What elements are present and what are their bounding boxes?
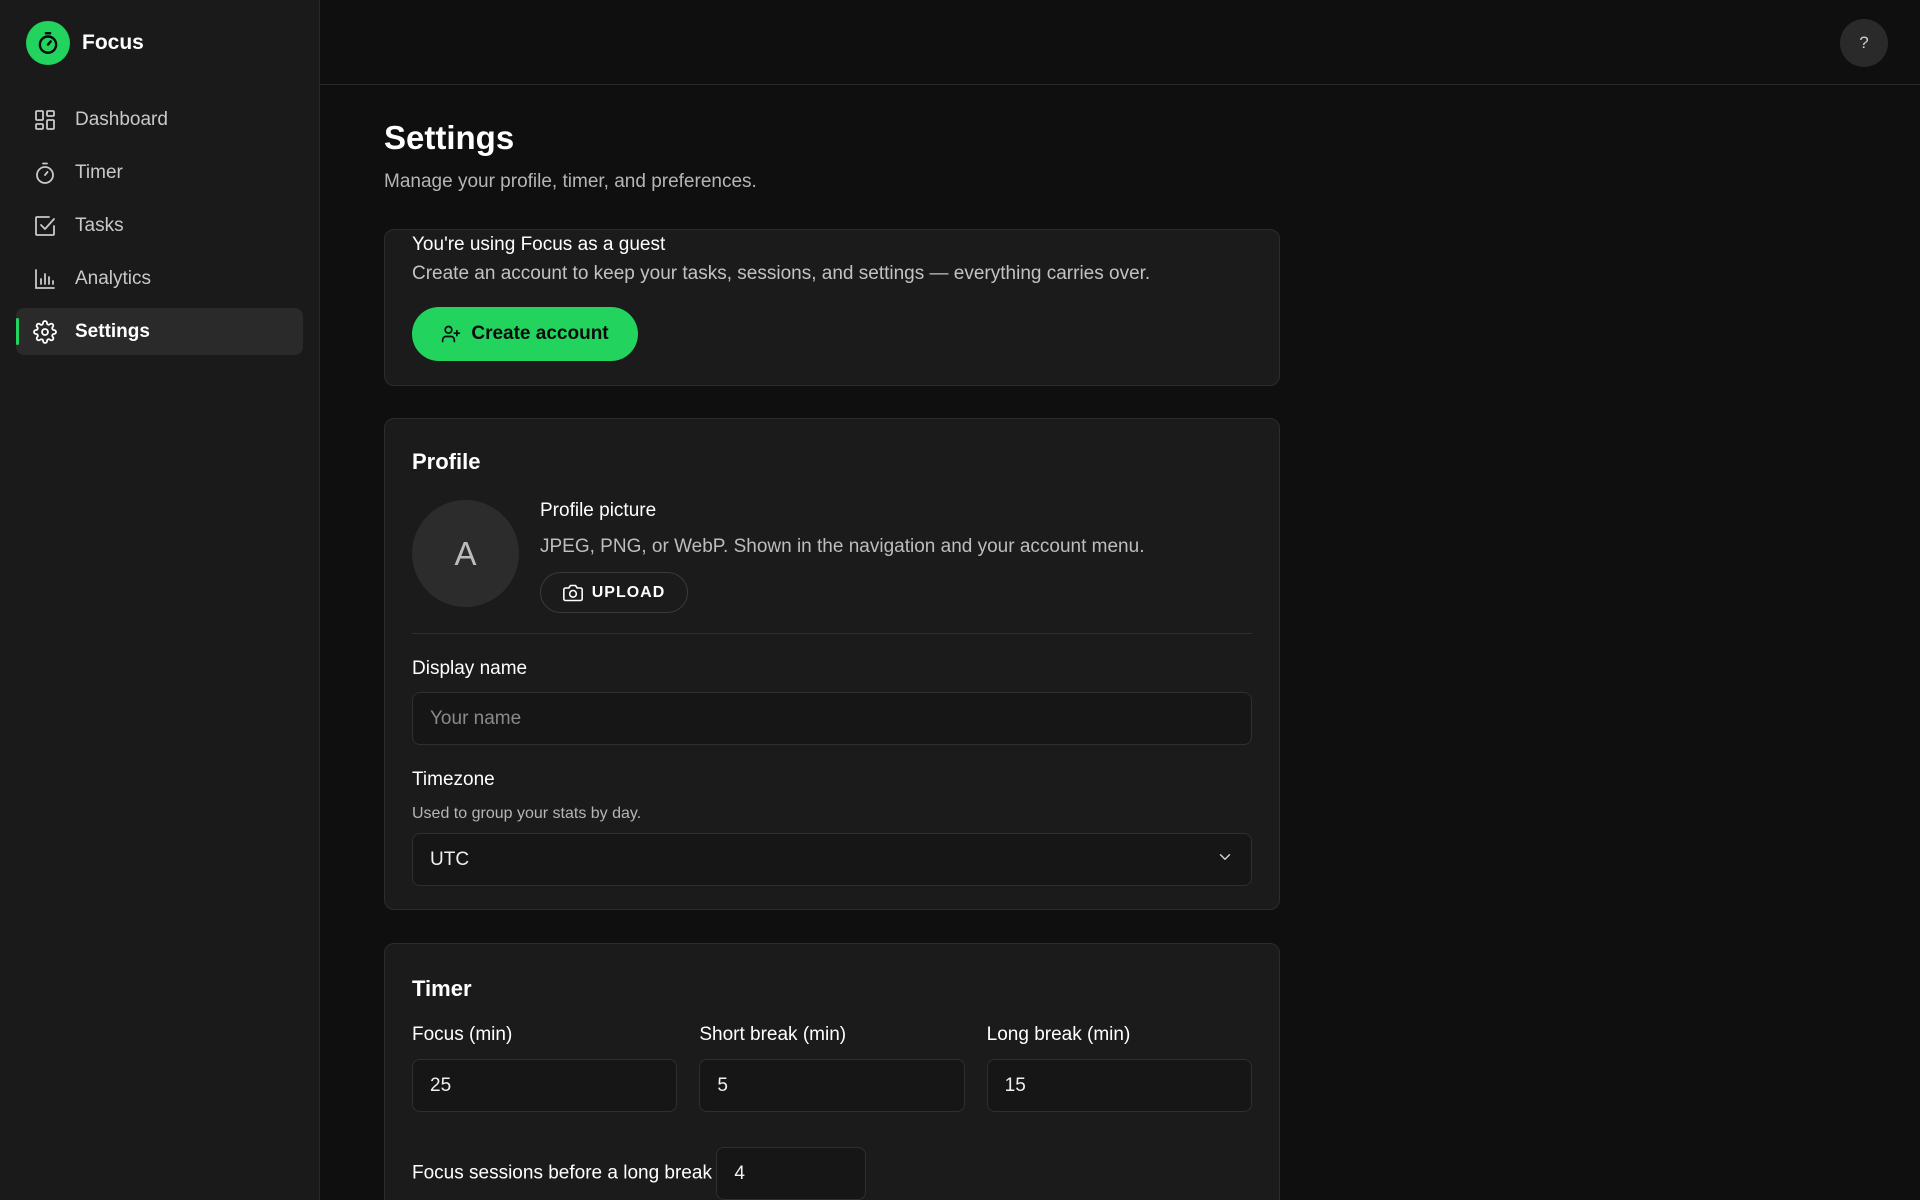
- sidebar-item-dashboard[interactable]: Dashboard: [16, 96, 303, 143]
- timezone-label: Timezone: [412, 769, 495, 790]
- sidebar-item-settings[interactable]: Settings: [16, 308, 303, 355]
- sidebar: Focus Dashboard Timer Tasks Analytics Se…: [0, 0, 320, 1200]
- guest-banner: You're using Focus as a guest Create an …: [384, 229, 1280, 386]
- timer-section-title: Timer: [412, 976, 472, 1001]
- display-name-input[interactable]: [412, 692, 1252, 745]
- page-title: Settings: [384, 119, 515, 156]
- short-break-field: Short break (min): [699, 1024, 965, 1112]
- timer-durations-row: Focus (min) Short break (min) Long break…: [412, 1024, 1252, 1112]
- sidebar-item-label: Settings: [75, 320, 150, 342]
- long-break-input[interactable]: [986, 1059, 1252, 1112]
- app-root: Focus Dashboard Timer Tasks Analytics Se…: [0, 0, 1920, 1200]
- topbar: ?: [320, 0, 1920, 85]
- sidebar-item-timer[interactable]: Timer: [16, 149, 303, 196]
- upload-button[interactable]: UPLOAD: [540, 572, 688, 613]
- divider: [412, 633, 1252, 634]
- profile-picture-description: JPEG, PNG, or WebP. Shown in the navigat…: [540, 536, 1145, 557]
- upload-label: UPLOAD: [591, 583, 666, 601]
- brand[interactable]: Focus: [0, 0, 319, 86]
- profile-section: Profile A Profile picture JPEG, PNG, or …: [384, 418, 1280, 910]
- create-account-button[interactable]: Create account: [412, 307, 638, 361]
- page-subtitle: Manage your profile, timer, and preferen…: [384, 171, 757, 192]
- timezone-select[interactable]: UTC: [412, 833, 1252, 886]
- help-button[interactable]: ?: [1840, 19, 1888, 67]
- profile-section-title: Profile: [412, 449, 481, 474]
- camera-icon: [562, 583, 583, 603]
- profile-picture-info: Profile picture JPEG, PNG, or WebP. Show…: [540, 500, 1145, 613]
- sidebar-nav: Dashboard Timer Tasks Analytics Settings: [0, 96, 319, 355]
- chevron-down-icon: [1216, 848, 1234, 871]
- display-name-label: Display name: [412, 658, 528, 679]
- checkbox-icon: [32, 213, 58, 239]
- create-account-label: Create account: [471, 323, 609, 344]
- sessions-before-long-break-field: Focus sessions before a long break: [412, 1134, 1252, 1200]
- guest-title: You're using Focus as a guest: [412, 234, 666, 255]
- main-content: ? Settings Manage your profile, timer, a…: [320, 0, 1920, 1200]
- sidebar-item-label: Analytics: [75, 267, 152, 289]
- sessions-before-long-break-label: Focus sessions before a long break: [412, 1162, 712, 1184]
- brand-name: Focus: [82, 31, 144, 54]
- guest-description: Create an account to keep your tasks, se…: [412, 263, 1151, 284]
- dashboard-icon: [32, 107, 58, 133]
- stopwatch-logo-icon: [26, 21, 70, 65]
- sidebar-item-label: Dashboard: [75, 108, 168, 130]
- focus-duration-field: Focus (min): [412, 1024, 678, 1112]
- profile-picture-title: Profile picture: [540, 500, 657, 521]
- stopwatch-icon: [32, 160, 58, 186]
- avatar: A: [412, 500, 519, 607]
- settings-content: Settings Manage your profile, timer, and…: [320, 85, 1280, 1200]
- sidebar-item-label: Tasks: [75, 214, 124, 236]
- timezone-value: UTC: [430, 848, 470, 870]
- bar-chart-icon: [32, 266, 58, 292]
- display-name-field: Display name: [412, 658, 1252, 745]
- focus-duration-label: Focus (min): [412, 1024, 513, 1045]
- user-plus-icon: [441, 324, 461, 344]
- short-break-label: Short break (min): [699, 1024, 847, 1045]
- timezone-help: Used to group your stats by day.: [412, 805, 642, 822]
- sidebar-item-tasks[interactable]: Tasks: [16, 202, 303, 249]
- long-break-label: Long break (min): [986, 1024, 1131, 1045]
- gear-icon: [32, 319, 58, 345]
- profile-picture-row: A Profile picture JPEG, PNG, or WebP. Sh…: [412, 500, 1252, 613]
- focus-duration-input[interactable]: [412, 1059, 678, 1112]
- sidebar-item-label: Timer: [75, 161, 123, 183]
- sessions-before-long-break-input[interactable]: [716, 1147, 867, 1200]
- short-break-input[interactable]: [699, 1059, 965, 1112]
- timer-section: Timer Focus (min) Short break (min) Long…: [384, 943, 1280, 1200]
- long-break-field: Long break (min): [986, 1024, 1252, 1112]
- sidebar-item-analytics[interactable]: Analytics: [16, 255, 303, 302]
- timezone-field: Timezone Used to group your stats by day…: [412, 769, 1252, 886]
